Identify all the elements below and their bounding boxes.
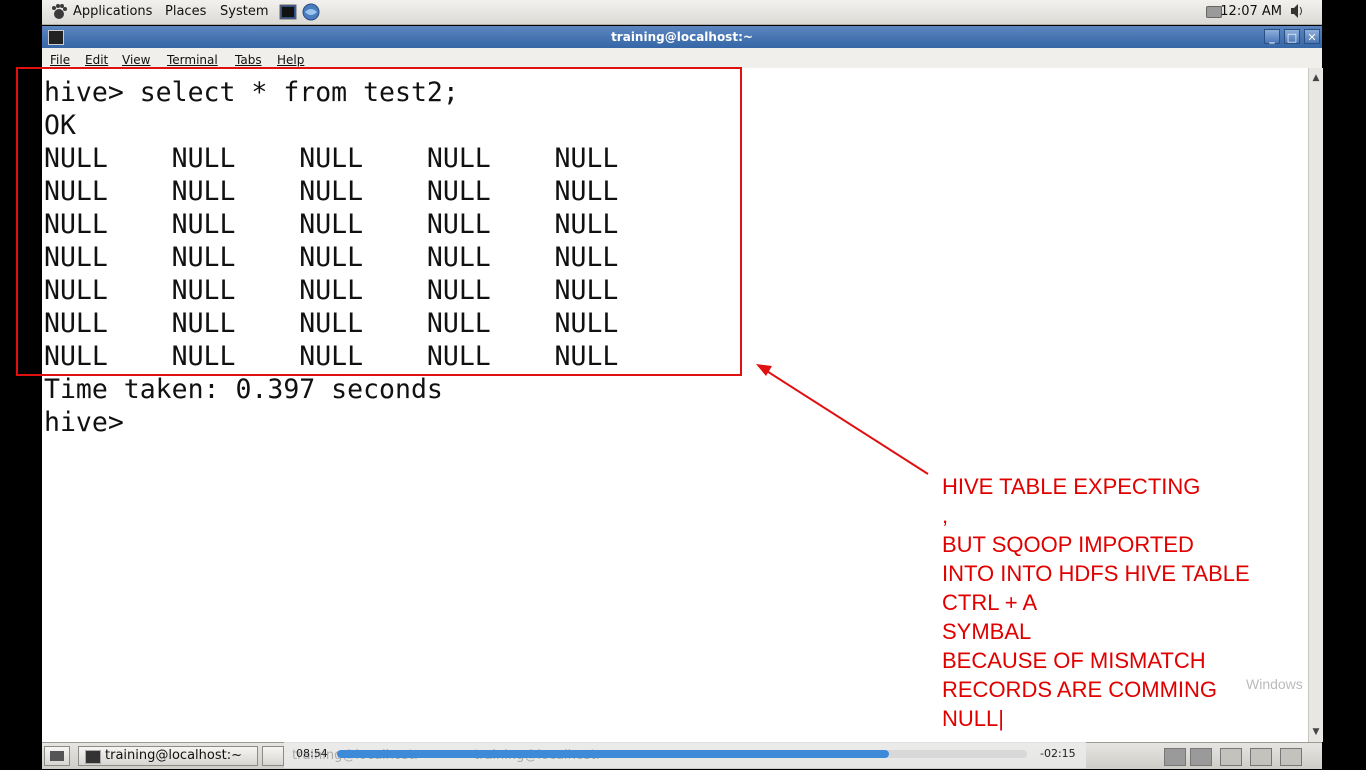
annotation-line: , — [942, 503, 949, 528]
annotation-line: INTO INTO HDFS HIVE TABLE — [942, 561, 1250, 586]
seek-bar[interactable] — [337, 750, 1027, 758]
annotation-line: SYMBAL — [942, 619, 1032, 644]
workspace-5-icon[interactable] — [1280, 748, 1302, 766]
remaining-time: -02:15 — [1040, 747, 1076, 760]
seek-bar-fill — [337, 750, 889, 758]
workspace-3-icon[interactable] — [1220, 748, 1242, 766]
desktop: Applications Places System 12:07 AM trai… — [0, 0, 1366, 769]
workspace-2-icon[interactable] — [1190, 748, 1212, 766]
workspace-1-icon[interactable] — [1164, 748, 1186, 766]
workspace-4-icon[interactable] — [1250, 748, 1272, 766]
taskbar-task-label: training@localhost:~ — [105, 748, 242, 763]
annotation-line: CTRL + A — [942, 590, 1038, 615]
annotation-line: RECORDS ARE COMMING — [942, 677, 1218, 702]
annotation-line: HIVE TABLE EXPECTING — [942, 474, 1201, 499]
taskbar-terminal-button[interactable]: training@localhost:~ — [78, 746, 258, 766]
annotation-text: HIVE TABLE EXPECTING , BUT SQOOP IMPORTE… — [942, 472, 1302, 733]
annotation-line: BUT SQOOP IMPORTED — [942, 532, 1194, 557]
show-desktop-button[interactable] — [44, 746, 70, 766]
video-player-bar[interactable]: training@localhost:~ training@localhost:… — [284, 742, 1086, 768]
annotation-line: BECAUSE OF MISMATCH — [942, 648, 1206, 673]
taskbar-second-button[interactable] — [262, 746, 284, 766]
annotation-line: NULL| — [942, 706, 1004, 731]
elapsed-time: 08:54 — [296, 747, 328, 760]
terminal-icon — [85, 750, 101, 764]
